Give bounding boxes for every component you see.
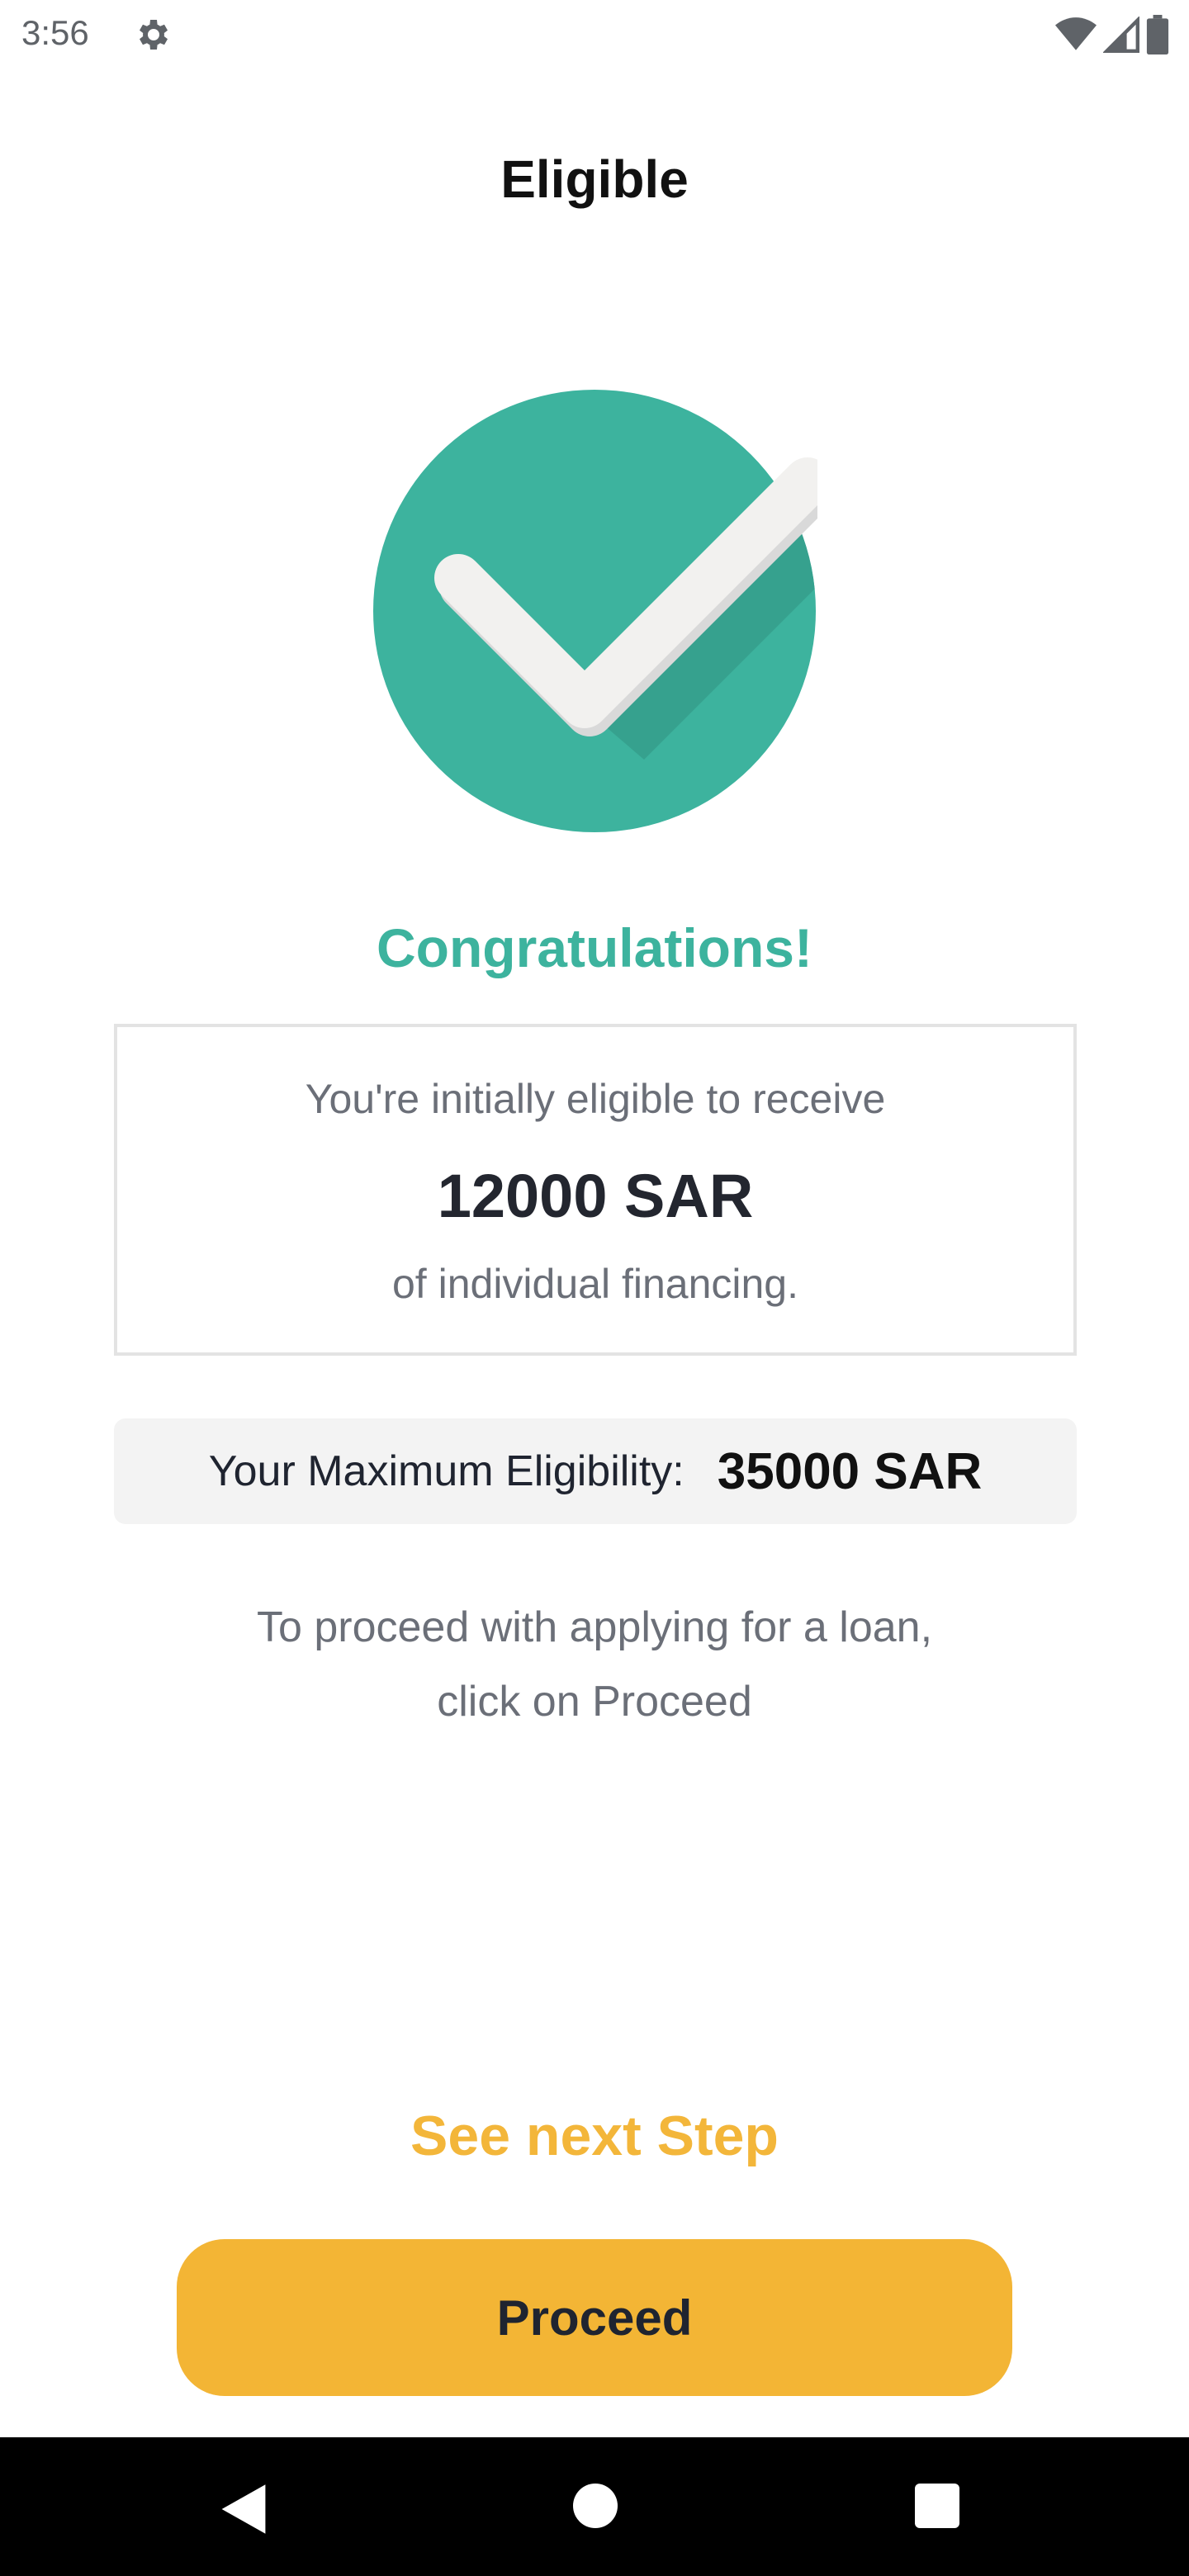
recents-icon[interactable] [915, 2484, 959, 2528]
see-next-step-link[interactable]: See next Step [0, 2104, 1189, 2168]
status-bar: 3:56 [0, 0, 1189, 69]
status-icons [1055, 15, 1169, 54]
max-eligibility-label: Your Maximum Eligibility: [208, 1447, 685, 1495]
instruction-line-1: To proceed with applying for a loan, [256, 1603, 933, 1651]
financing-type-text: of individual financing. [392, 1261, 798, 1307]
system-nav-bar [0, 2437, 1189, 2576]
status-time: 3:56 [21, 13, 89, 52]
check-circle-icon [373, 390, 817, 832]
proceed-button[interactable]: Proceed [177, 2239, 1012, 2396]
battery-icon [1146, 15, 1169, 54]
max-eligibility-value: 35000 SAR [717, 1442, 983, 1500]
congratulations-heading: Congratulations! [377, 917, 812, 978]
instruction-line-2: click on Proceed [437, 1678, 752, 1726]
eligible-amount: 12000 SAR [437, 1162, 754, 1230]
eligibility-intro-text: You're initially eligible to receive [305, 1076, 886, 1122]
proceed-instruction: To proceed with applying for a loan, cli… [0, 1590, 1189, 1739]
eligibility-card: You're initially eligible to receive 120… [114, 1024, 1077, 1356]
page-title: Eligible [500, 149, 689, 209]
home-icon[interactable] [573, 2484, 618, 2528]
back-icon[interactable] [216, 2482, 271, 2536]
gear-icon [140, 20, 168, 50]
max-eligibility-box: Your Maximum Eligibility: 35000 SAR [114, 1418, 1077, 1524]
signal-icon [1103, 17, 1139, 53]
wifi-icon [1055, 17, 1097, 50]
